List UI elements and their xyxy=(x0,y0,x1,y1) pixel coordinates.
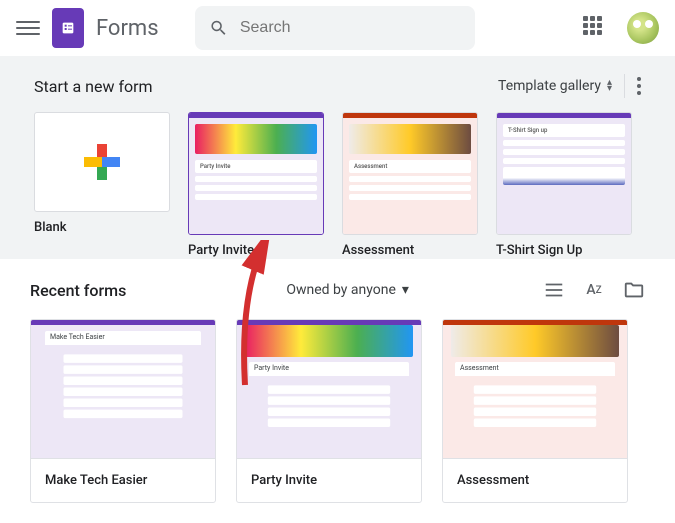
caret-down-icon: ▾ xyxy=(402,282,409,298)
templates-title: Start a new form xyxy=(34,77,498,96)
recent-card[interactable]: Assessment Assessment xyxy=(442,319,628,503)
avatar[interactable] xyxy=(627,12,659,44)
owned-filter[interactable]: Owned by anyone ▾ xyxy=(286,282,409,298)
apps-icon[interactable] xyxy=(583,16,607,40)
recent-caption: Make Tech Easier xyxy=(31,458,215,502)
divider xyxy=(624,74,625,98)
folder-icon[interactable] xyxy=(623,279,645,301)
recent-card[interactable]: Party Invite Party Invite xyxy=(236,319,422,503)
template-assessment[interactable]: Assessment Assessment xyxy=(342,112,478,235)
recent-card[interactable]: Make Tech Easier Make Tech Easier xyxy=(30,319,216,503)
menu-icon[interactable] xyxy=(16,16,40,40)
unfold-icon: ▴▾ xyxy=(607,80,612,92)
template-tshirt[interactable]: T-Shirt Sign up T-Shirt Sign Up xyxy=(496,112,632,235)
template-gallery-button[interactable]: Template gallery ▴▾ xyxy=(498,78,612,94)
forms-logo-icon[interactable] xyxy=(52,8,84,48)
app-header: Forms xyxy=(0,0,675,56)
recent-title: Recent forms xyxy=(30,281,126,300)
recent-caption: Party Invite xyxy=(237,458,421,502)
app-title: Forms xyxy=(96,16,159,41)
sort-az-icon[interactable]: AZ xyxy=(583,279,605,301)
more-icon[interactable] xyxy=(637,77,641,95)
list-view-icon[interactable] xyxy=(543,279,565,301)
party-thumb: Party Invite xyxy=(188,112,324,235)
search-input[interactable] xyxy=(240,19,461,37)
templates-section: Start a new form Template gallery ▴▾ Bla… xyxy=(0,56,675,259)
template-party-invite[interactable]: Party Invite Party Invite xyxy=(188,112,324,235)
assessment-thumb: Assessment xyxy=(342,112,478,235)
tshirt-thumb: T-Shirt Sign up xyxy=(496,112,632,235)
template-blank[interactable]: Blank xyxy=(34,112,170,235)
search-box[interactable] xyxy=(195,6,475,50)
search-icon xyxy=(209,17,228,39)
recent-caption: Assessment xyxy=(443,458,627,502)
recent-section: Recent forms Owned by anyone ▾ AZ Make T… xyxy=(0,259,675,523)
blank-thumb xyxy=(34,112,170,212)
